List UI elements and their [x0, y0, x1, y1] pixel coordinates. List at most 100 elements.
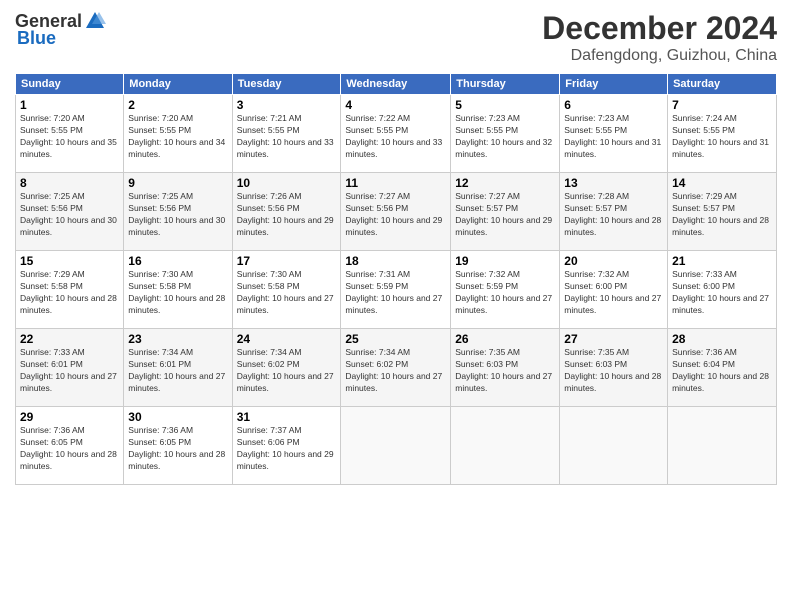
table-row: 1 Sunrise: 7:20 AM Sunset: 5:55 PM Dayli… [16, 95, 124, 173]
day-number: 28 [672, 332, 772, 346]
table-row: 3 Sunrise: 7:21 AM Sunset: 5:55 PM Dayli… [232, 95, 341, 173]
day-number: 1 [20, 98, 119, 112]
table-row: 16 Sunrise: 7:30 AM Sunset: 5:58 PM Dayl… [124, 251, 232, 329]
day-number: 25 [345, 332, 446, 346]
table-row [560, 407, 668, 485]
day-info: Sunrise: 7:25 AM Sunset: 5:56 PM Dayligh… [128, 191, 227, 239]
header-thursday: Thursday [451, 74, 560, 95]
header-friday: Friday [560, 74, 668, 95]
table-row: 4 Sunrise: 7:22 AM Sunset: 5:55 PM Dayli… [341, 95, 451, 173]
day-number: 31 [237, 410, 337, 424]
day-number: 11 [345, 176, 446, 190]
day-info: Sunrise: 7:28 AM Sunset: 5:57 PM Dayligh… [564, 191, 663, 239]
day-info: Sunrise: 7:33 AM Sunset: 6:00 PM Dayligh… [672, 269, 772, 317]
header-saturday: Saturday [668, 74, 777, 95]
day-info: Sunrise: 7:26 AM Sunset: 5:56 PM Dayligh… [237, 191, 337, 239]
table-row [451, 407, 560, 485]
table-row [668, 407, 777, 485]
month-title: December 2024 [542, 10, 777, 47]
table-row: 14 Sunrise: 7:29 AM Sunset: 5:57 PM Dayl… [668, 173, 777, 251]
day-number: 16 [128, 254, 227, 268]
day-info: Sunrise: 7:36 AM Sunset: 6:05 PM Dayligh… [20, 425, 119, 473]
day-number: 30 [128, 410, 227, 424]
day-number: 3 [237, 98, 337, 112]
logo-icon [84, 10, 106, 32]
day-info: Sunrise: 7:30 AM Sunset: 5:58 PM Dayligh… [237, 269, 337, 317]
day-info: Sunrise: 7:29 AM Sunset: 5:57 PM Dayligh… [672, 191, 772, 239]
table-row: 21 Sunrise: 7:33 AM Sunset: 6:00 PM Dayl… [668, 251, 777, 329]
day-number: 17 [237, 254, 337, 268]
day-info: Sunrise: 7:23 AM Sunset: 5:55 PM Dayligh… [455, 113, 555, 161]
table-row: 7 Sunrise: 7:24 AM Sunset: 5:55 PM Dayli… [668, 95, 777, 173]
day-info: Sunrise: 7:34 AM Sunset: 6:02 PM Dayligh… [237, 347, 337, 395]
day-info: Sunrise: 7:29 AM Sunset: 5:58 PM Dayligh… [20, 269, 119, 317]
day-info: Sunrise: 7:23 AM Sunset: 5:55 PM Dayligh… [564, 113, 663, 161]
table-row: 12 Sunrise: 7:27 AM Sunset: 5:57 PM Dayl… [451, 173, 560, 251]
day-info: Sunrise: 7:20 AM Sunset: 5:55 PM Dayligh… [20, 113, 119, 161]
day-number: 26 [455, 332, 555, 346]
table-row: 10 Sunrise: 7:26 AM Sunset: 5:56 PM Dayl… [232, 173, 341, 251]
table-row: 11 Sunrise: 7:27 AM Sunset: 5:56 PM Dayl… [341, 173, 451, 251]
day-info: Sunrise: 7:32 AM Sunset: 6:00 PM Dayligh… [564, 269, 663, 317]
table-row [341, 407, 451, 485]
day-number: 13 [564, 176, 663, 190]
day-number: 4 [345, 98, 446, 112]
table-row: 25 Sunrise: 7:34 AM Sunset: 6:02 PM Dayl… [341, 329, 451, 407]
page: General Blue December 2024 Dafengdong, G… [0, 0, 792, 612]
day-info: Sunrise: 7:34 AM Sunset: 6:01 PM Dayligh… [128, 347, 227, 395]
day-number: 9 [128, 176, 227, 190]
table-row: 9 Sunrise: 7:25 AM Sunset: 5:56 PM Dayli… [124, 173, 232, 251]
day-number: 20 [564, 254, 663, 268]
day-info: Sunrise: 7:35 AM Sunset: 6:03 PM Dayligh… [455, 347, 555, 395]
calendar-table: Sunday Monday Tuesday Wednesday Thursday… [15, 73, 777, 485]
location-subtitle: Dafengdong, Guizhou, China [542, 47, 777, 65]
table-row: 28 Sunrise: 7:36 AM Sunset: 6:04 PM Dayl… [668, 329, 777, 407]
day-info: Sunrise: 7:31 AM Sunset: 5:59 PM Dayligh… [345, 269, 446, 317]
table-row: 18 Sunrise: 7:31 AM Sunset: 5:59 PM Dayl… [341, 251, 451, 329]
table-row: 2 Sunrise: 7:20 AM Sunset: 5:55 PM Dayli… [124, 95, 232, 173]
day-number: 10 [237, 176, 337, 190]
table-row: 29 Sunrise: 7:36 AM Sunset: 6:05 PM Dayl… [16, 407, 124, 485]
day-number: 8 [20, 176, 119, 190]
header-wednesday: Wednesday [341, 74, 451, 95]
header: General Blue December 2024 Dafengdong, G… [15, 10, 777, 65]
day-info: Sunrise: 7:21 AM Sunset: 5:55 PM Dayligh… [237, 113, 337, 161]
table-row: 20 Sunrise: 7:32 AM Sunset: 6:00 PM Dayl… [560, 251, 668, 329]
header-sunday: Sunday [16, 74, 124, 95]
day-info: Sunrise: 7:27 AM Sunset: 5:57 PM Dayligh… [455, 191, 555, 239]
header-tuesday: Tuesday [232, 74, 341, 95]
table-row: 31 Sunrise: 7:37 AM Sunset: 6:06 PM Dayl… [232, 407, 341, 485]
day-number: 18 [345, 254, 446, 268]
day-info: Sunrise: 7:30 AM Sunset: 5:58 PM Dayligh… [128, 269, 227, 317]
logo-blue: Blue [17, 28, 56, 49]
table-row: 8 Sunrise: 7:25 AM Sunset: 5:56 PM Dayli… [16, 173, 124, 251]
day-number: 15 [20, 254, 119, 268]
table-row: 6 Sunrise: 7:23 AM Sunset: 5:55 PM Dayli… [560, 95, 668, 173]
day-number: 27 [564, 332, 663, 346]
table-row: 22 Sunrise: 7:33 AM Sunset: 6:01 PM Dayl… [16, 329, 124, 407]
table-row: 15 Sunrise: 7:29 AM Sunset: 5:58 PM Dayl… [16, 251, 124, 329]
day-info: Sunrise: 7:34 AM Sunset: 6:02 PM Dayligh… [345, 347, 446, 395]
day-number: 5 [455, 98, 555, 112]
day-number: 22 [20, 332, 119, 346]
table-row: 17 Sunrise: 7:30 AM Sunset: 5:58 PM Dayl… [232, 251, 341, 329]
day-number: 23 [128, 332, 227, 346]
day-info: Sunrise: 7:33 AM Sunset: 6:01 PM Dayligh… [20, 347, 119, 395]
day-info: Sunrise: 7:32 AM Sunset: 5:59 PM Dayligh… [455, 269, 555, 317]
table-row: 30 Sunrise: 7:36 AM Sunset: 6:05 PM Dayl… [124, 407, 232, 485]
day-info: Sunrise: 7:24 AM Sunset: 5:55 PM Dayligh… [672, 113, 772, 161]
day-info: Sunrise: 7:37 AM Sunset: 6:06 PM Dayligh… [237, 425, 337, 473]
day-number: 21 [672, 254, 772, 268]
day-number: 7 [672, 98, 772, 112]
day-info: Sunrise: 7:36 AM Sunset: 6:04 PM Dayligh… [672, 347, 772, 395]
day-info: Sunrise: 7:22 AM Sunset: 5:55 PM Dayligh… [345, 113, 446, 161]
day-info: Sunrise: 7:25 AM Sunset: 5:56 PM Dayligh… [20, 191, 119, 239]
day-number: 2 [128, 98, 227, 112]
table-row: 13 Sunrise: 7:28 AM Sunset: 5:57 PM Dayl… [560, 173, 668, 251]
day-number: 12 [455, 176, 555, 190]
day-info: Sunrise: 7:35 AM Sunset: 6:03 PM Dayligh… [564, 347, 663, 395]
title-area: December 2024 Dafengdong, Guizhou, China [542, 10, 777, 65]
table-row: 26 Sunrise: 7:35 AM Sunset: 6:03 PM Dayl… [451, 329, 560, 407]
table-row: 19 Sunrise: 7:32 AM Sunset: 5:59 PM Dayl… [451, 251, 560, 329]
table-row: 23 Sunrise: 7:34 AM Sunset: 6:01 PM Dayl… [124, 329, 232, 407]
